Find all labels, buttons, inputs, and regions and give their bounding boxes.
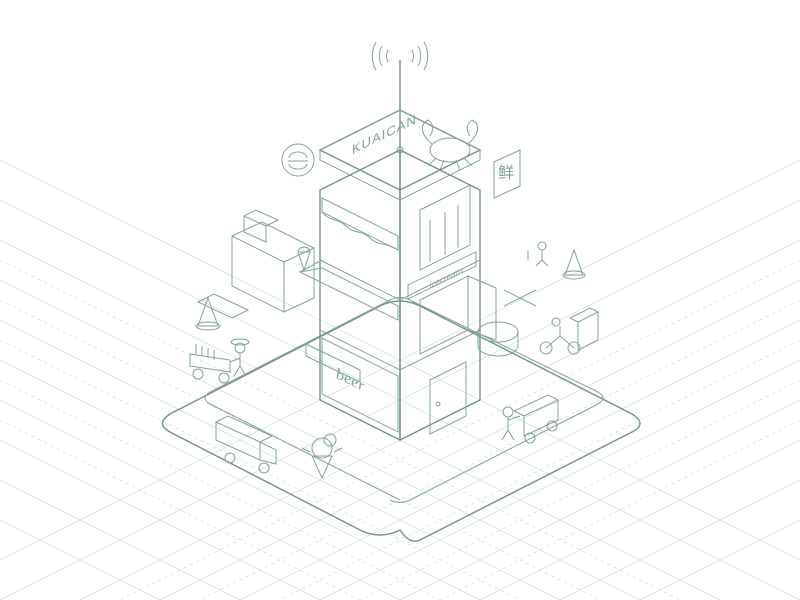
delivery-truck-icon — [216, 416, 276, 473]
fresh-sign: 鲜 — [494, 150, 520, 198]
traffic-cone-icon — [563, 250, 585, 279]
top-awning — [322, 198, 398, 250]
scooter-icon — [540, 308, 598, 354]
picnic-person-icon — [528, 242, 548, 266]
beer-sign: beer — [336, 364, 365, 396]
building: icecream beer — [300, 110, 518, 440]
vendor-cart-icon — [502, 395, 558, 443]
burger-logo-icon — [282, 144, 314, 176]
cross-marks-icon — [504, 290, 536, 306]
svg-text:鲜: 鲜 — [498, 164, 514, 182]
ground-plate — [163, 298, 641, 542]
scene-svg: icecream beer — [0, 0, 800, 600]
isometric-illustration: icecream beer — [0, 0, 800, 600]
rooftop: KUAICAN 鲜 — [282, 42, 520, 200]
